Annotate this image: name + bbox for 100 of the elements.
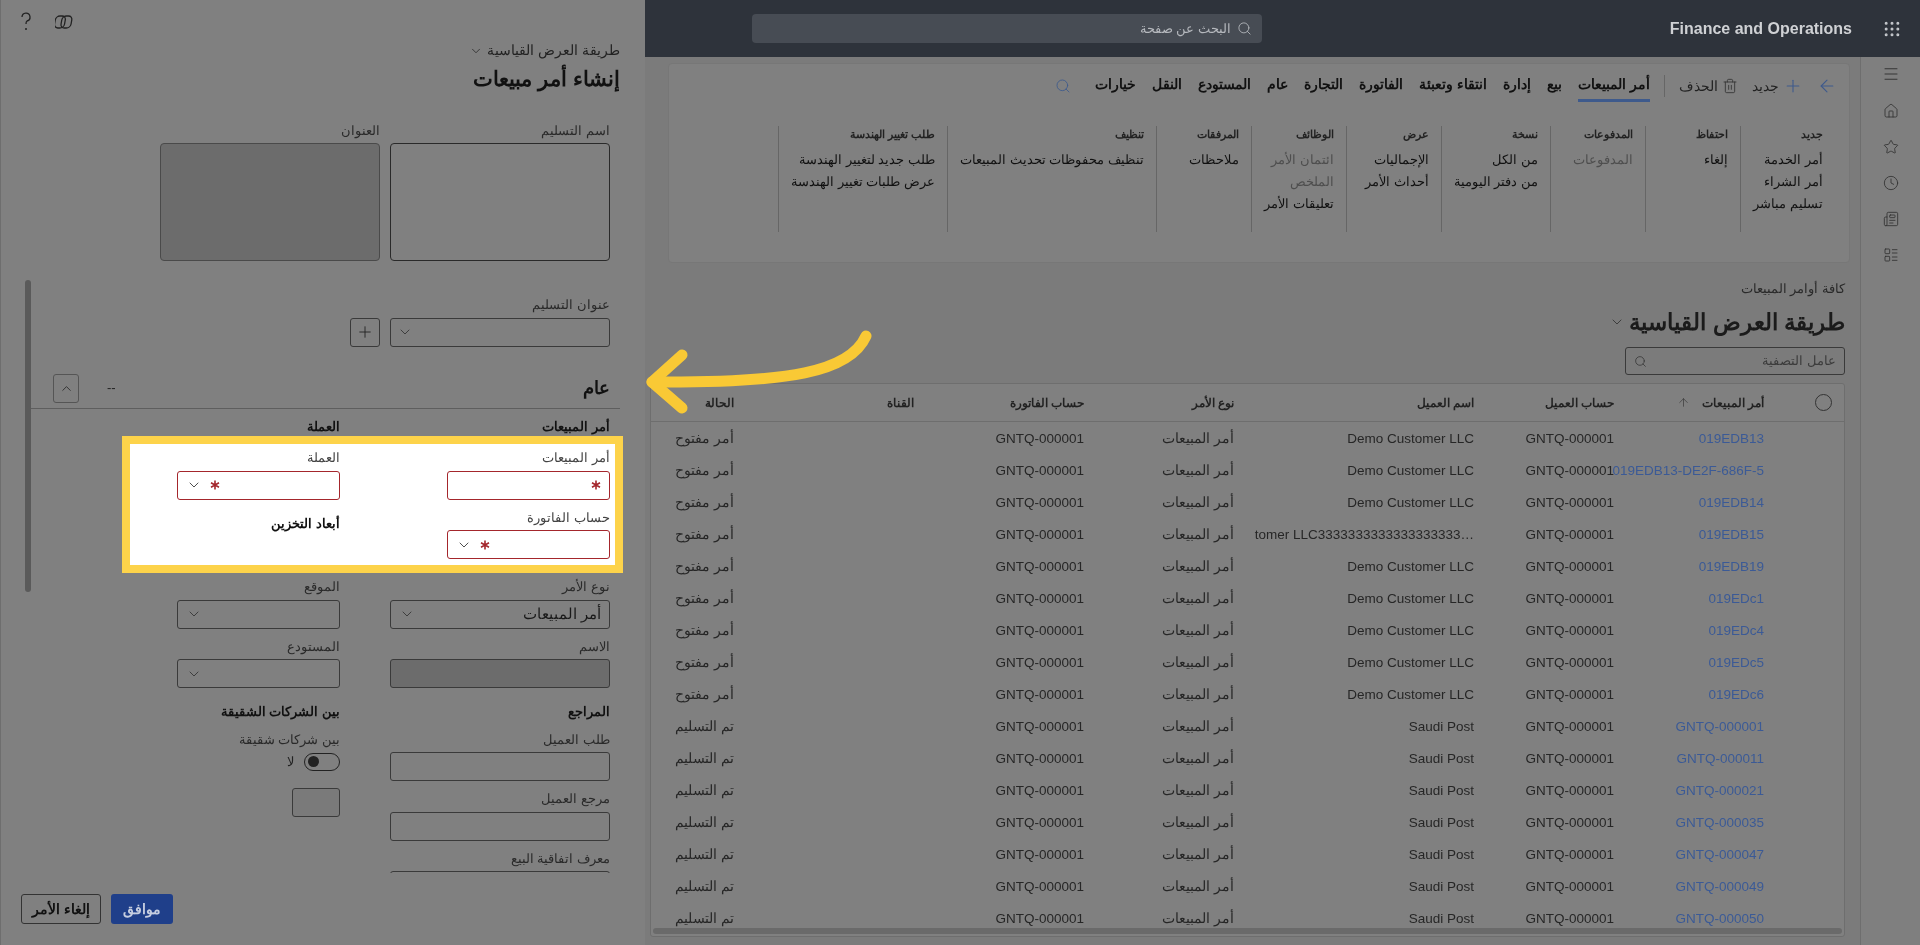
column-header[interactable]: حساب الفاتورة — [1009, 393, 1084, 412]
view-name[interactable]: طريقة العرض القياسية — [487, 40, 620, 61]
cancel-button[interactable]: إلغاء الأمر — [21, 894, 101, 924]
search-icon[interactable] — [1055, 78, 1072, 94]
dropdown-field[interactable] — [177, 659, 340, 688]
delete-button[interactable]: الحذف — [1679, 75, 1738, 97]
page-title[interactable]: طريقة العرض القياسية — [1629, 304, 1845, 339]
table-cell: أمر مفتوح — [675, 463, 734, 478]
table-cell: GNTQ-000001 — [995, 687, 1084, 702]
dropdown-field[interactable] — [177, 599, 340, 629]
ribbon-command[interactable]: من الكل — [1453, 148, 1538, 171]
plus-icon — [356, 323, 374, 341]
dropdown-field[interactable]: أمر المبيعات — [390, 599, 610, 629]
ribbon-tab[interactable]: إدارة — [1503, 70, 1532, 102]
help-icon[interactable] — [19, 12, 33, 32]
table-cell: GNTQ-000001 — [1525, 463, 1614, 478]
table-cell: أمر المبيعات — [1162, 655, 1234, 670]
ribbon-tab[interactable]: المستودع — [1198, 70, 1252, 102]
column-header[interactable]: الحالة — [705, 393, 734, 412]
ribbon-tab[interactable]: عام — [1267, 70, 1289, 102]
ribbon-tab[interactable]: التجارة — [1304, 70, 1344, 102]
search-field[interactable]: البحث عن صفحة — [752, 14, 1262, 43]
ribbon-command[interactable]: تنظيف محفوظات تحديث المبيعات — [959, 148, 1144, 171]
ribbon-command[interactable]: من دفتر اليومية — [1453, 170, 1538, 193]
table-cell: أمر المبيعات — [1162, 591, 1234, 606]
table-cell: GNTQ-000001 — [1525, 847, 1614, 862]
group-title: تنظيف — [1113, 127, 1144, 143]
dropdown-field[interactable] — [390, 317, 610, 347]
ribbon-command[interactable]: الإجماليات — [1358, 148, 1429, 171]
dropdown-field[interactable] — [447, 530, 610, 559]
table-cell: GNTQ-000001 — [1525, 655, 1614, 670]
table-cell: Demo Customer LLC — [1347, 655, 1474, 670]
ribbon-command[interactable]: طلب جديد لتغيير الهندسة — [791, 148, 935, 171]
star-icon[interactable] — [1882, 139, 1899, 155]
ribbon-tab[interactable]: خيارات — [1095, 70, 1137, 102]
table-cell: Saudi Post — [1408, 783, 1474, 798]
input-field[interactable] — [390, 811, 610, 841]
menu-icon[interactable] — [1881, 65, 1900, 83]
ribbon-command[interactable]: أحداث الأمر — [1358, 170, 1429, 193]
table-cell: أمر مفتوح — [675, 655, 734, 670]
group-title: نسخة — [1511, 127, 1538, 142]
section-title[interactable]: عام — [583, 374, 610, 402]
input-field[interactable] — [447, 470, 610, 500]
ribbon-command[interactable]: إلغاء — [1658, 148, 1728, 171]
input-field[interactable] — [292, 787, 340, 817]
ok-button[interactable]: موافق — [110, 894, 173, 924]
column-header[interactable]: القناة — [887, 393, 914, 412]
field-label: الموقع — [303, 578, 340, 597]
table-cell: أمر المبيعات — [1162, 495, 1234, 510]
clock-icon[interactable] — [1882, 175, 1899, 191]
table-cell: أمر المبيعات — [1162, 527, 1234, 542]
ribbon-tab[interactable]: النقل — [1152, 70, 1183, 102]
ribbon-command[interactable]: ملاحظات — [1168, 148, 1239, 171]
sort-arrow-icon[interactable] — [1676, 396, 1690, 409]
table-cell: Demo Customer LLC — [1347, 687, 1474, 702]
ribbon-tab[interactable]: أمر المبيعات — [1578, 70, 1650, 102]
table-cell: GNTQ-000001 — [995, 879, 1084, 894]
workspace-icon[interactable] — [1882, 211, 1899, 227]
field-label: أمر المبيعات — [541, 449, 610, 467]
column-header[interactable]: أمر المبيعات — [1701, 393, 1764, 412]
search-icon — [1237, 21, 1252, 36]
section-summary: -- — [107, 379, 116, 398]
column-header[interactable]: نوع الأمر — [1191, 393, 1234, 412]
table-cell: GNTQ-000001 — [995, 751, 1084, 766]
table-cell: أمر مفتوح — [675, 591, 734, 606]
section-heading: المراجع — [567, 703, 610, 722]
field-label: الاسم — [578, 637, 610, 656]
table-cell: تم التسليم — [675, 719, 734, 734]
ribbon-tab[interactable]: انتقاء وتعبئة — [1419, 70, 1488, 102]
column-header[interactable]: حساب العميل — [1544, 393, 1614, 412]
table-cell: أمر مفتوح — [675, 559, 734, 574]
ribbon-tab[interactable]: بيع — [1547, 70, 1563, 102]
group-title: عرض — [1401, 127, 1429, 143]
table-cell: GNTQ-000001 — [1525, 687, 1614, 702]
table-cell: GNTQ-000001 — [995, 783, 1084, 798]
filter-field[interactable]: عامل التصفية — [1625, 347, 1845, 375]
ribbon-command[interactable]: تعليقات الأمر — [1263, 192, 1334, 215]
table-cell: Demo Customer LLC — [1347, 431, 1474, 446]
input-field[interactable] — [390, 752, 610, 781]
textarea-field[interactable] — [390, 143, 610, 261]
home-icon[interactable] — [1882, 103, 1899, 119]
collapse-button[interactable] — [53, 373, 79, 403]
field-label: طلب العميل — [542, 730, 610, 749]
field-label: المستودع — [286, 637, 340, 656]
table-cell: أمر المبيعات — [1162, 783, 1234, 798]
add-button[interactable] — [350, 317, 380, 347]
table-cell: GNTQ-000001 — [1525, 431, 1614, 446]
ribbon-command[interactable]: أمر الخدمة — [1753, 148, 1823, 171]
table-cell: GNTQ-000001 — [995, 719, 1084, 734]
overlapping-shapes-icon[interactable] — [55, 13, 73, 31]
list-icon[interactable] — [1882, 247, 1899, 263]
dropdown-field[interactable] — [177, 470, 340, 500]
table-cell: GNTQ-000001 — [995, 463, 1084, 478]
scrollbar[interactable] — [25, 280, 31, 592]
ribbon-command[interactable]: تسليم مباشر — [1753, 192, 1823, 215]
ribbon-command[interactable]: عرض طلبات تغيير الهندسة — [791, 170, 935, 193]
ribbon-command[interactable]: أمر الشراء — [1753, 170, 1823, 193]
ribbon-tab[interactable]: الفاتورة — [1359, 70, 1404, 102]
column-header[interactable]: اسم العميل — [1416, 393, 1474, 412]
new-button[interactable]: جديد — [1752, 75, 1803, 97]
